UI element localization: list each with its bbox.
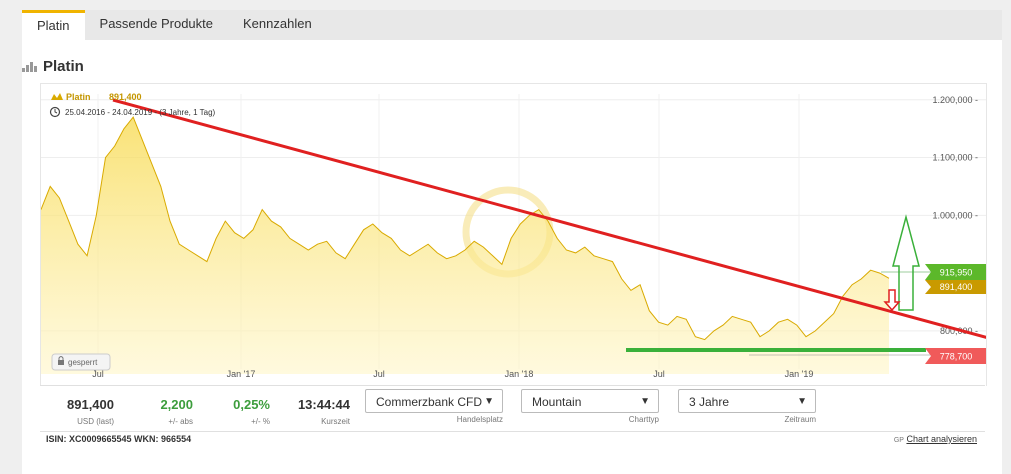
up-arrow-annotation <box>892 214 920 311</box>
dropdown-arrow-icon: ▼ <box>797 396 807 407</box>
mountain-icon <box>51 93 63 100</box>
badge-high: 915,950 <box>925 264 986 280</box>
price-chart[interactable]: 1.200,000 -1.100,000 -1.000,000 -800,000… <box>41 84 986 386</box>
select-charttyp[interactable]: Mountain ▼ <box>521 389 659 413</box>
chart-area[interactable]: 1.200,000 -1.100,000 -1.000,000 -800,000… <box>40 83 987 386</box>
badge-low-text: 778,700 <box>940 352 973 362</box>
abs-value: 2,200 <box>160 397 193 412</box>
pct-label: +/- % <box>251 417 270 426</box>
bar-chart-icon <box>22 61 37 72</box>
tab-platin[interactable]: Platin <box>22 10 85 43</box>
time-value: 13:44:44 <box>297 397 350 412</box>
last-value: 891,400 <box>67 397 114 412</box>
dropdown-arrow-icon: ▼ <box>640 396 650 407</box>
y-tick-label: 1.100,000 - <box>932 153 978 163</box>
badge-last: 891,400 <box>925 280 986 294</box>
stat-pct: 0,25% +/- % <box>215 385 270 426</box>
locked-badge[interactable]: gesperrt <box>51 353 111 371</box>
stat-abs: 2,200 +/- abs <box>140 385 193 426</box>
legend-value: 891,400 <box>109 92 142 102</box>
y-axis: 1.200,000 -1.100,000 -1.000,000 -800,000… <box>932 95 978 336</box>
isin-wkn: ISIN: XC0009665545 WKN: 966554 <box>46 434 192 444</box>
y-tick-label: 1.200,000 - <box>932 95 978 105</box>
zeitraum-label: Zeitraum <box>784 415 816 424</box>
x-tick-label: Jan '19 <box>785 369 814 379</box>
tab-passende-produkte[interactable]: Passende Produkte <box>85 10 228 40</box>
chart-analysieren-link[interactable]: GP Chart analysieren <box>894 434 977 444</box>
card-title-text: Platin <box>43 58 84 75</box>
stat-last: 891,400 USD (last) <box>60 385 114 426</box>
dropdown-arrow-icon: ▼ <box>484 396 494 407</box>
badge-high-text: 915,950 <box>940 268 973 278</box>
tab-kennzahlen[interactable]: Kennzahlen <box>228 10 327 40</box>
period-label: 25.04.2016 - 24.04.2019 - (3 Jahre, 1 Ta… <box>65 108 216 117</box>
x-tick-label: Jul <box>653 369 665 379</box>
charttyp-label: Charttyp <box>628 415 659 424</box>
abs-label: +/- abs <box>168 417 193 426</box>
pct-value: 0,25% <box>233 397 270 412</box>
badge-low: 778,700 <box>925 348 986 364</box>
badge-last-text: 891,400 <box>940 282 973 292</box>
x-tick-label: Jan '18 <box>505 369 534 379</box>
legend-name: Platin <box>66 92 91 102</box>
tab-bar: Platin Passende Produkte Kennzahlen <box>22 10 1002 43</box>
card-title: Platin <box>22 58 84 75</box>
select-zeitraum[interactable]: 3 Jahre ▼ <box>678 389 816 413</box>
lock-icon <box>58 360 64 365</box>
y-tick-label: 1.000,000 - <box>932 210 978 220</box>
gp-logo-icon: GP <box>893 437 904 444</box>
locked-label: gesperrt <box>68 358 98 367</box>
x-tick-label: Jan '17 <box>227 369 256 379</box>
stat-time: 13:44:44 Kurszeit <box>290 385 350 426</box>
time-label: Kurszeit <box>321 417 350 426</box>
select-handelsplatz[interactable]: Commerzbank CFD ▼ <box>365 389 503 413</box>
handelsplatz-label: Handelsplatz <box>456 415 503 424</box>
x-tick-label: Jul <box>373 369 385 379</box>
last-label: USD (last) <box>77 417 114 426</box>
